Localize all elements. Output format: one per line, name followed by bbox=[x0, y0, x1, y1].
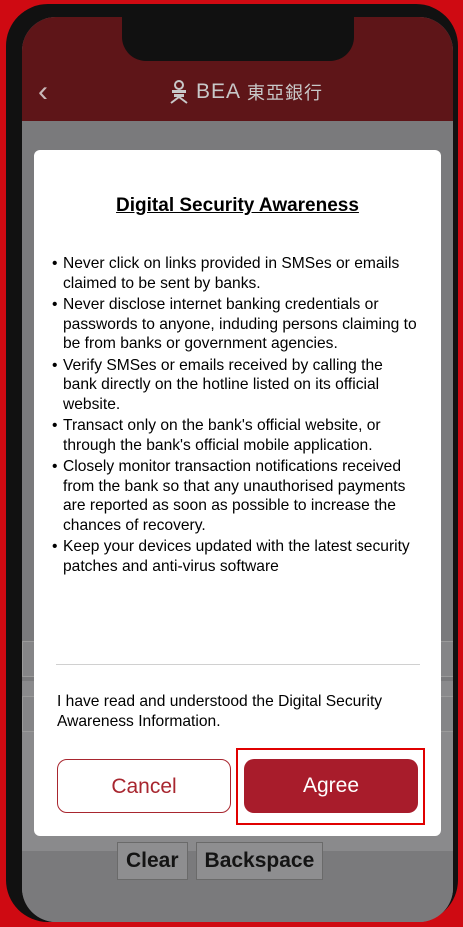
agree-highlight-box bbox=[236, 748, 425, 825]
clear-button[interactable]: Clear bbox=[117, 842, 188, 880]
acknowledgement-text: I have read and understood the Digital S… bbox=[57, 693, 383, 730]
logo-text-zh: 東亞銀行 bbox=[247, 83, 324, 103]
list-item: Closely monitor transaction notification… bbox=[52, 457, 420, 535]
list-item: Never click on links provided in SMSes o… bbox=[52, 254, 420, 293]
bea-emblem-icon bbox=[170, 80, 188, 104]
backspace-button[interactable]: Backspace bbox=[195, 842, 324, 880]
cancel-button[interactable]: Cancel bbox=[57, 759, 231, 813]
app-header: ‹ BEA 東亞銀行 bbox=[22, 17, 453, 121]
list-item: Keep your devices updated with the lates… bbox=[52, 537, 420, 576]
keypad-actions: Clear Backspace bbox=[117, 842, 324, 880]
list-item: Verify SMSes or emails received by calli… bbox=[52, 356, 420, 415]
list-item: Never disclose internet banking credenti… bbox=[52, 295, 420, 354]
logo-text-en: BEA bbox=[196, 80, 242, 103]
security-tips-list: Never click on links provided in SMSes o… bbox=[52, 254, 420, 578]
list-item: Transact only on the bank's official web… bbox=[52, 416, 420, 455]
divider bbox=[56, 664, 420, 665]
security-awareness-dialog: Digital Security Awareness Never click o… bbox=[34, 150, 441, 836]
device-notch bbox=[122, 17, 354, 61]
dialog-title: Digital Security Awareness bbox=[116, 195, 359, 216]
bea-logo: BEA 東亞銀行 bbox=[168, 79, 323, 105]
back-icon[interactable]: ‹ bbox=[38, 75, 68, 109]
